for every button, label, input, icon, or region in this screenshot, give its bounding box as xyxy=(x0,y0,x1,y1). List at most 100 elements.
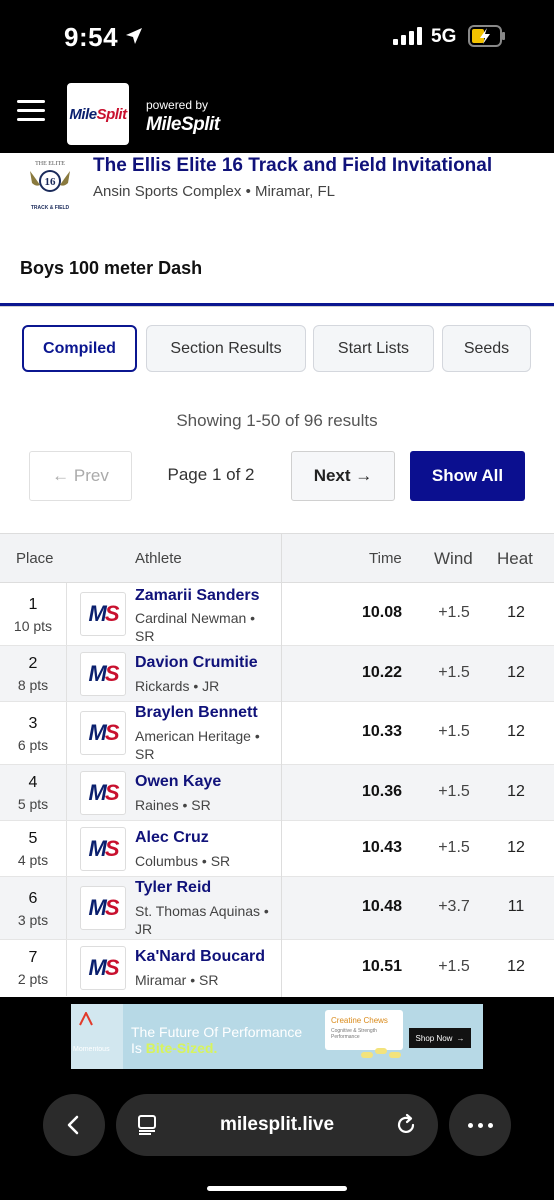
result-time: 10.22 xyxy=(361,664,402,681)
table-row[interactable]: 6 3 pts MS Tyler Reid St. Thomas Aquinas… xyxy=(0,877,554,940)
more-options-button[interactable] xyxy=(449,1094,511,1156)
next-page-button[interactable]: Next → xyxy=(291,451,395,501)
header-place[interactable]: Place xyxy=(16,550,54,567)
team-logo: MS xyxy=(80,652,126,696)
status-time: 9:54 xyxy=(64,22,119,52)
table-row[interactable]: 3 6 pts MS Braylen Bennett American Heri… xyxy=(0,702,554,765)
table-row[interactable]: 5 4 pts MS Alec Cruz Columbus • SR 10.43… xyxy=(0,821,554,877)
meet-logo-bottom: TRACK & FIELD xyxy=(31,205,70,211)
table-row[interactable]: 1 10 pts MS Zamarii Sanders Cardinal New… xyxy=(0,583,554,646)
athlete-name[interactable]: Ka'Nard Boucard xyxy=(135,948,265,966)
cellular-signal-icon xyxy=(393,27,422,45)
browser-toolbar: milesplit.live xyxy=(0,1080,554,1200)
logo-text-split: Split xyxy=(96,105,128,123)
athlete-name[interactable]: Zamarii Sanders xyxy=(135,587,260,605)
tab-compiled[interactable]: Compiled xyxy=(22,325,137,372)
address-bar[interactable]: milesplit.live xyxy=(116,1094,438,1156)
ad-product-chew xyxy=(389,1052,401,1058)
tab-seeds[interactable]: Seeds xyxy=(442,325,531,372)
result-time: 10.48 xyxy=(361,898,402,915)
header-wind[interactable]: Wind xyxy=(434,549,473,569)
place-number: 3 xyxy=(28,715,38,732)
athlete-school[interactable]: Raines • SR xyxy=(135,796,277,814)
team-logo-letter-m: M xyxy=(88,955,106,980)
place-points: 4 pts xyxy=(17,852,49,868)
team-logo: MS xyxy=(80,946,126,990)
ad-headline-2-prefix: Is xyxy=(131,1040,146,1056)
athlete-school[interactable]: Columbus • SR xyxy=(135,852,277,870)
header-heat[interactable]: Heat xyxy=(497,549,533,569)
meet-venue: Ansin Sports Complex • Miramar, FL xyxy=(93,183,335,200)
athlete-school[interactable]: American Heritage • SR xyxy=(135,727,277,763)
athlete-name[interactable]: Tyler Reid xyxy=(135,879,211,897)
athlete-name[interactable]: Alec Cruz xyxy=(135,829,209,847)
table-row[interactable]: 7 2 pts MS Ka'Nard Boucard Miramar • SR … xyxy=(0,940,554,996)
powered-by-label: powered by xyxy=(146,98,209,112)
tab-section-results[interactable]: Section Results xyxy=(146,325,306,372)
location-arrow-icon xyxy=(126,28,142,44)
team-logo-letter-s: S xyxy=(104,720,120,745)
show-all-button[interactable]: Show All xyxy=(410,451,525,501)
place-points: 10 pts xyxy=(13,618,53,634)
athlete-name[interactable]: Owen Kaye xyxy=(135,773,221,791)
place-points: 8 pts xyxy=(17,677,49,693)
meet-logo-number: 16 xyxy=(45,176,57,188)
table-row[interactable]: 4 5 pts MS Owen Kaye Raines • SR 10.36 +… xyxy=(0,765,554,821)
place-number: 5 xyxy=(28,830,38,847)
athlete-school[interactable]: Cardinal Newman • SR xyxy=(135,609,277,645)
result-wind: +1.5 xyxy=(438,839,470,856)
meet-logo: THE ELITE 16 TRACK & FIELD xyxy=(30,161,70,211)
team-logo: MS xyxy=(80,592,126,636)
athlete-school[interactable]: Miramar • SR xyxy=(135,971,277,989)
result-wind: +1.5 xyxy=(438,723,470,740)
powered-by-brand: MileSplit xyxy=(146,114,220,135)
browser-back-button[interactable] xyxy=(43,1094,105,1156)
athlete-school[interactable]: St. Thomas Aquinas • JR xyxy=(135,902,277,938)
place-points: 6 pts xyxy=(17,737,49,753)
result-heat: 12 xyxy=(507,783,525,800)
table-row[interactable]: 2 8 pts MS Davion Crumitie Rickards • JR… xyxy=(0,646,554,702)
logo-text-mile: Mile xyxy=(69,105,97,123)
results-count: Showing 1-50 of 96 results xyxy=(176,411,378,430)
ad-banner[interactable]: Momentous The Future Of Performance Is B… xyxy=(71,1004,483,1069)
ad-cta-arrow-icon: → xyxy=(456,1033,465,1043)
ad-headline: The Future Of Performance xyxy=(131,1024,303,1040)
athlete-name[interactable]: Davion Crumitie xyxy=(135,654,258,672)
app-header: MileSplit powered by MileSplit xyxy=(0,76,554,153)
url-text[interactable]: milesplit.live xyxy=(116,1114,438,1136)
reload-icon[interactable] xyxy=(394,1113,418,1137)
ad-product-chew xyxy=(375,1048,387,1054)
header-athlete[interactable]: Athlete xyxy=(135,550,182,567)
result-wind: +1.5 xyxy=(438,604,470,621)
result-heat: 11 xyxy=(507,898,525,915)
team-logo: MS xyxy=(80,827,126,871)
athlete-name[interactable]: Braylen Bennett xyxy=(135,704,258,722)
place-number: 1 xyxy=(28,596,38,613)
team-logo-letter-s: S xyxy=(104,780,120,805)
ad-headline-2: Is Bite-Sized. xyxy=(131,1040,217,1056)
ad-brand-logo-icon xyxy=(79,1012,93,1026)
place-number: 4 xyxy=(28,774,38,791)
athlete-school[interactable]: Rickards • JR xyxy=(135,677,277,695)
tab-start-lists[interactable]: Start Lists xyxy=(313,325,434,372)
ad-shop-now-button[interactable]: Shop Now → xyxy=(409,1028,471,1048)
meet-title[interactable]: The Ellis Elite 16 Track and Field Invit… xyxy=(93,155,492,177)
result-wind: +1.5 xyxy=(438,783,470,800)
team-logo-letter-m: M xyxy=(88,780,106,805)
team-logo-letter-s: S xyxy=(104,661,120,686)
result-wind: +1.5 xyxy=(438,664,470,681)
ad-product-chew xyxy=(361,1052,373,1058)
page-indicator: Page 1 of 2 xyxy=(167,465,255,484)
event-divider-shadow xyxy=(0,306,554,307)
prev-page-button[interactable]: ← Prev xyxy=(29,451,132,501)
hamburger-menu-icon[interactable] xyxy=(17,100,45,122)
table-header: Place Athlete Time Wind Heat xyxy=(0,533,554,583)
status-bar: 9:54 5G xyxy=(0,0,554,76)
milesplit-logo[interactable]: MileSplit xyxy=(67,83,129,145)
header-time[interactable]: Time xyxy=(369,550,402,567)
event-title: Boys 100 meter Dash xyxy=(20,258,203,278)
team-logo-letter-s: S xyxy=(104,955,120,980)
place-number: 2 xyxy=(28,655,38,672)
ad-product-subtitle: Cognitive & Strength Performance xyxy=(331,1028,377,1040)
result-time: 10.51 xyxy=(361,958,402,975)
